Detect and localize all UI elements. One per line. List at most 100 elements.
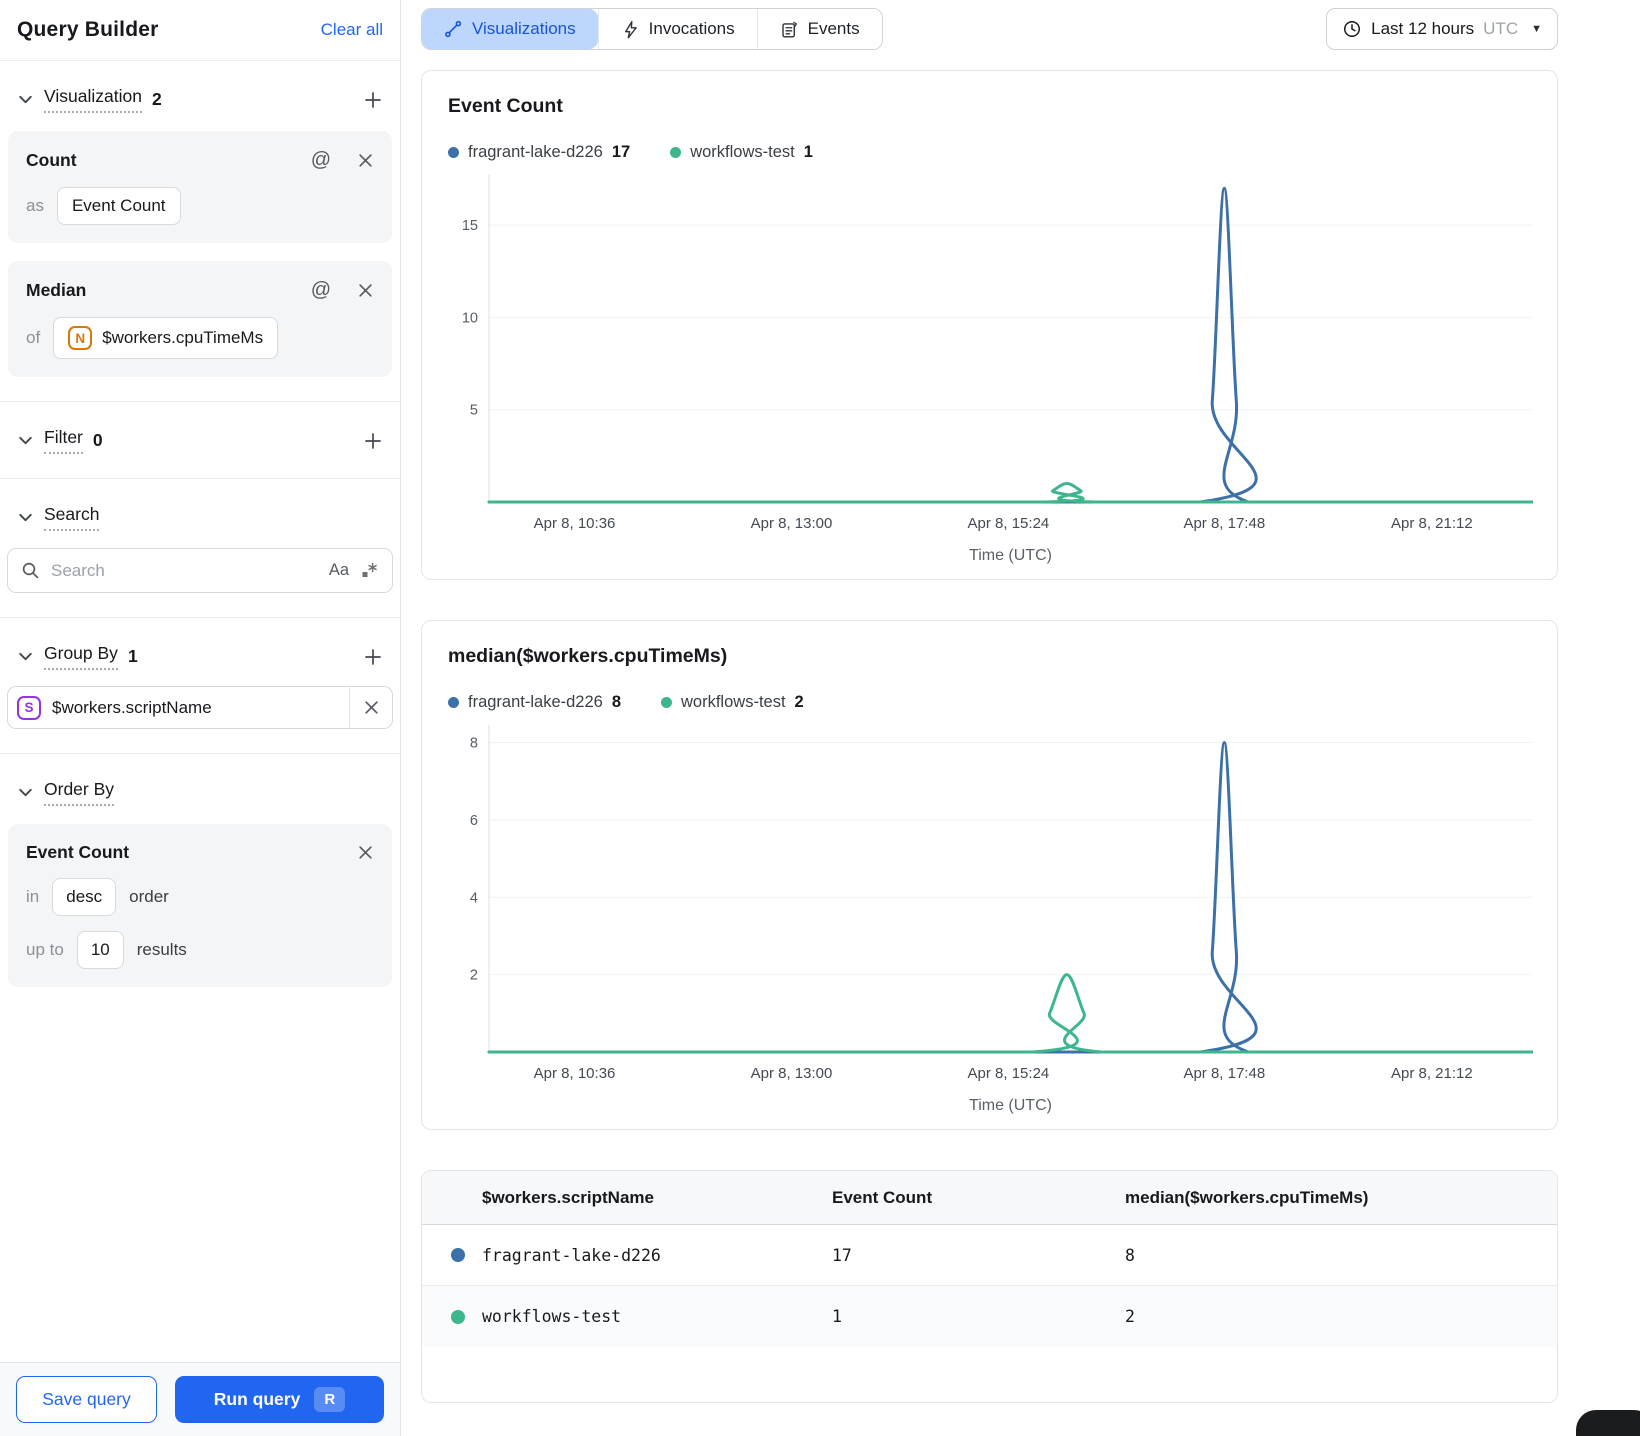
sidebar-header: Query Builder Clear all bbox=[0, 0, 400, 61]
median-field-value: $workers.cpuTimeMs bbox=[102, 328, 264, 347]
tab-visualizations[interactable]: Visualizations bbox=[422, 9, 598, 49]
results-table: $workers.scriptName Event Count median($wo… bbox=[421, 1170, 1558, 1403]
chart-title: median($workers.cpuTimeMs) bbox=[448, 645, 728, 667]
section-divider bbox=[0, 401, 400, 402]
y-axis-tick: 5 bbox=[470, 403, 478, 419]
remove-visualization-icon[interactable] bbox=[357, 152, 374, 169]
search-icon bbox=[22, 562, 39, 579]
table-column-header: $workers.scriptName bbox=[482, 1187, 654, 1207]
filter-section-header: Filter 0 bbox=[0, 427, 400, 454]
search-input[interactable] bbox=[51, 560, 318, 581]
group-by-section-label: Group By bbox=[44, 643, 118, 670]
filter-count: 0 bbox=[92, 430, 103, 450]
of-label: of bbox=[26, 328, 41, 347]
remove-order-by-icon[interactable] bbox=[357, 844, 374, 861]
section-divider bbox=[0, 478, 400, 479]
legend-item[interactable]: workflows-test 1 bbox=[670, 143, 813, 162]
chevron-down-icon[interactable] bbox=[17, 784, 34, 801]
x-axis-tick: Apr 8, 17:48 bbox=[1183, 515, 1265, 532]
x-axis-label: Time (UTC) bbox=[969, 1097, 1052, 1114]
sidebar-scroll-area: Query Builder Clear all Visualization 2 … bbox=[0, 0, 400, 1362]
add-visualization-button[interactable] bbox=[363, 90, 383, 110]
legend-item[interactable]: fragrant-lake-d226 17 bbox=[448, 143, 630, 162]
match-case-icon[interactable]: Aa bbox=[329, 561, 349, 580]
regex-icon[interactable] bbox=[360, 561, 379, 580]
order-by-section-header: Order By bbox=[0, 779, 400, 806]
group-by-field-value: $workers.scriptName bbox=[52, 697, 212, 717]
as-label: as bbox=[26, 196, 44, 215]
tab-events[interactable]: Events bbox=[756, 9, 882, 49]
order-by-section-label: Order By bbox=[44, 779, 115, 806]
up-to-label: up to bbox=[26, 940, 64, 959]
x-axis-tick: Apr 8, 10:36 bbox=[534, 515, 616, 532]
add-group-by-button[interactable] bbox=[363, 647, 383, 667]
remove-group-by-button[interactable] bbox=[349, 687, 392, 728]
results-table-body: fragrant-lake-d226 17 8 workflows-test 1 2 bbox=[422, 1225, 1557, 1347]
chevron-down-icon: ▼ bbox=[1531, 23, 1542, 35]
add-filter-button[interactable] bbox=[363, 431, 383, 451]
main-content: Visualizations Invocations Events Last 1… bbox=[401, 0, 1640, 1436]
legend-series-name: fragrant-lake-d226 bbox=[468, 693, 603, 711]
time-range-selector[interactable]: Last 12 hours UTC ▼ bbox=[1326, 8, 1558, 50]
series-line-workflows-test bbox=[487, 482, 1534, 504]
run-shortcut-badge: R bbox=[314, 1387, 346, 1412]
section-divider bbox=[0, 617, 400, 618]
order-direction-chip[interactable]: desc bbox=[52, 878, 117, 916]
tab-label: Visualizations bbox=[472, 19, 576, 38]
legend-dot bbox=[670, 147, 682, 158]
series-line-fragrant-lake-d226 bbox=[487, 186, 1534, 504]
x-axis-tick: Apr 8, 15:24 bbox=[968, 515, 1050, 532]
legend-series-value: 8 bbox=[611, 693, 622, 711]
main-toolbar: Visualizations Invocations Events Last 1… bbox=[421, 8, 1558, 50]
chart-plot-area: 5 10 15 Apr 8, 10:36 Apr 8, 13:00 Apr 8, 15:2… bbox=[462, 175, 1534, 564]
chevron-down-icon[interactable] bbox=[17, 509, 34, 526]
remove-visualization-icon[interactable] bbox=[357, 282, 374, 299]
visualization-alias-value: Event Count bbox=[71, 196, 166, 215]
y-axis-tick: 8 bbox=[470, 736, 478, 752]
chevron-down-icon[interactable] bbox=[17, 432, 34, 449]
tab-label: Events bbox=[807, 19, 860, 38]
chart-title: Event Count bbox=[448, 95, 563, 117]
x-axis-tick: Apr 8, 10:36 bbox=[534, 1065, 616, 1082]
event-count-chart: 5 10 15 Apr 8, 10:36 Apr 8, 13:00 Apr 8, 15:2… bbox=[448, 172, 1534, 571]
table-cell: fragrant-lake-d226 bbox=[482, 1245, 661, 1265]
clear-all-button[interactable]: Clear all bbox=[321, 20, 383, 40]
chevron-down-icon[interactable] bbox=[17, 648, 34, 665]
table-column-header: Event Count bbox=[832, 1187, 933, 1207]
legend-series-name: fragrant-lake-d226 bbox=[468, 143, 603, 161]
search-box: Aa bbox=[7, 548, 393, 593]
x-axis-tick: Apr 8, 13:00 bbox=[751, 515, 833, 532]
at-mention-icon[interactable]: @ bbox=[311, 279, 331, 302]
search-section-label: Search bbox=[44, 504, 100, 531]
chevron-down-icon[interactable] bbox=[17, 91, 34, 108]
view-tab-group: Visualizations Invocations Events bbox=[421, 8, 883, 50]
group-by-count: 1 bbox=[127, 646, 138, 666]
legend-item[interactable]: fragrant-lake-d226 8 bbox=[448, 693, 621, 712]
visualization-alias-chip[interactable]: Event Count bbox=[56, 187, 181, 225]
result-limit-chip[interactable]: 10 bbox=[76, 931, 124, 969]
group-by-field-chip[interactable]: S $workers.scriptName bbox=[7, 686, 393, 729]
legend-series-name: workflows-test bbox=[681, 693, 786, 711]
y-axis-tick: 6 bbox=[470, 813, 478, 829]
save-query-button[interactable]: Save query bbox=[16, 1376, 157, 1423]
tab-invocations[interactable]: Invocations bbox=[597, 9, 757, 49]
median-field-chip[interactable]: N $workers.cpuTimeMs bbox=[53, 317, 279, 359]
median-chart: 2 4 6 8 Apr 8, 10:36 Apr 8, 13:00 Apr 8, 15:24… bbox=[448, 722, 1534, 1121]
search-section-header: Search bbox=[0, 504, 400, 531]
page-title: Query Builder bbox=[17, 18, 159, 41]
legend-item[interactable]: workflows-test 2 bbox=[661, 693, 804, 712]
table-column-header: median($workers.cpuTimeMs) bbox=[1125, 1187, 1369, 1207]
x-axis-tick: Apr 8, 15:24 bbox=[968, 1065, 1050, 1082]
bolt-icon bbox=[624, 20, 637, 38]
run-query-button[interactable]: Run query R bbox=[175, 1376, 384, 1423]
floating-widget-corner[interactable] bbox=[1576, 1410, 1640, 1436]
legend-series-name: workflows-test bbox=[690, 143, 795, 161]
at-mention-icon[interactable]: @ bbox=[311, 149, 331, 172]
order-label: order bbox=[129, 887, 169, 906]
series-color-dot bbox=[451, 1309, 465, 1324]
clock-icon bbox=[1344, 21, 1361, 37]
x-axis-tick: Apr 8, 17:48 bbox=[1183, 1065, 1265, 1082]
series-color-dot bbox=[451, 1248, 465, 1262]
table-row: workflows-test 1 2 bbox=[422, 1286, 1557, 1347]
chart-legend: fragrant-lake-d226 17 workflows-test 1 bbox=[448, 143, 1531, 162]
